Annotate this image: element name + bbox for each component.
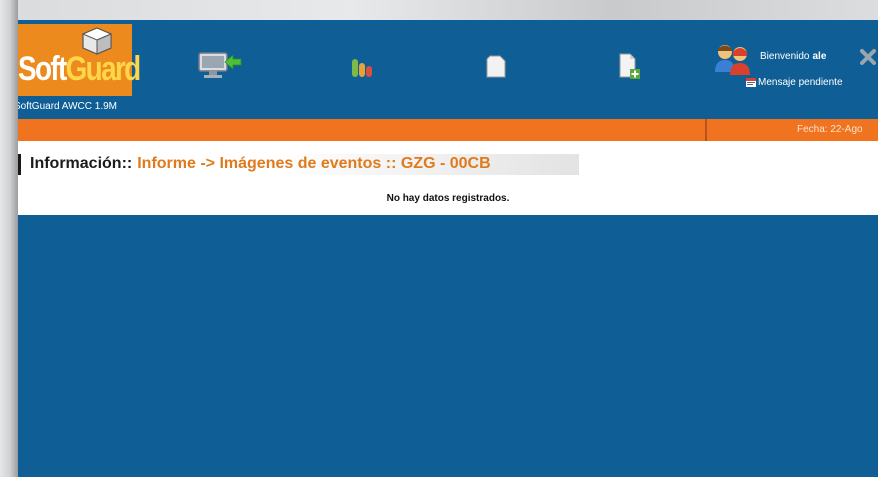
message-flag-icon [746, 78, 756, 87]
user-welcome-panel: Bienvenido ale Mensaje pendiente [713, 42, 878, 98]
monitor-arrow-icon [198, 52, 242, 78]
pending-message-label: Mensaje pendiente [758, 77, 843, 88]
softguard-logo: SoftGuard [18, 24, 141, 96]
empty-state-message: No hay datos registrados. [386, 193, 510, 204]
breadcrumb-label: Información:: [30, 155, 133, 172]
bar-chart-icon [352, 59, 372, 77]
greeting-label: Bienvenido [760, 51, 810, 62]
pending-message-link[interactable]: Mensaje pendiente [746, 77, 843, 88]
document-icon [486, 55, 506, 78]
toolbar-monitor-button[interactable] [195, 48, 243, 84]
status-bar: Fecha: 22-Ago [18, 119, 878, 141]
app-window: SoftGuard SoftGuard AWCC 1.9M Bienvenido… [18, 20, 878, 477]
toolbar-add-file-button[interactable] [604, 48, 652, 84]
users-icon [715, 45, 750, 75]
app-header: SoftGuard SoftGuard AWCC 1.9M Bienvenido… [18, 20, 878, 119]
status-bar-divider [705, 119, 707, 141]
content-panel: Información:: Informe -> Imágenes de even… [18, 141, 878, 215]
welcome-text: Bienvenido ale [760, 51, 826, 62]
date-label: Fecha: 22-Ago [797, 124, 863, 135]
breadcrumb: Información:: Informe -> Imágenes de even… [18, 154, 579, 175]
toolbar-document-button[interactable] [472, 48, 520, 84]
breadcrumb-value: Informe -> Imágenes de eventos :: GZG - … [137, 155, 491, 172]
username-label: ale [812, 51, 827, 62]
desktop-background-top [0, 0, 878, 20]
app-version: SoftGuard AWCC 1.9M [18, 101, 117, 112]
desktop-background-left [0, 0, 18, 477]
logo-wordmark: SoftGuard [18, 50, 141, 88]
page-title: Información:: Informe -> Imágenes de even… [30, 155, 491, 173]
toolbar-chart-button[interactable] [340, 48, 388, 84]
logout-close-icon[interactable] [858, 47, 878, 67]
add-file-icon [619, 53, 640, 79]
